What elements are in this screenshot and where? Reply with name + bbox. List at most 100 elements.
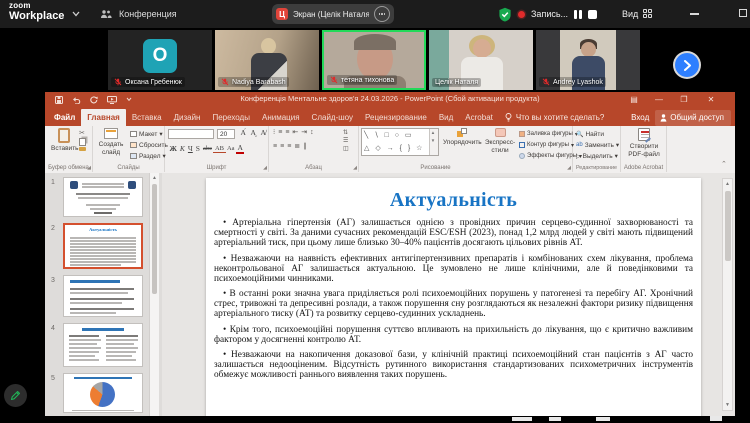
scroll-down-icon[interactable]: ▼ — [723, 400, 732, 410]
copy-icon[interactable] — [79, 138, 86, 146]
current-slide[interactable]: Актуальність Артеріальна гіпертензія (АГ… — [206, 178, 701, 416]
tab-meeting[interactable]: Конференция — [100, 4, 177, 24]
tab-insert[interactable]: Вставка — [126, 109, 168, 126]
new-slide-button[interactable]: Создать слайд — [94, 128, 128, 156]
view-control[interactable]: Вид — [622, 0, 653, 28]
indent-decrease-icon[interactable]: ⇤ — [292, 129, 301, 136]
clear-formatting-icon[interactable]: A̸ — [259, 128, 267, 137]
shape-effects-icon — [519, 153, 525, 159]
strikethrough-button[interactable]: abc — [201, 145, 213, 152]
indent-increase-icon[interactable]: ⇥ — [301, 129, 310, 136]
increase-font-icon[interactable]: А́ — [239, 128, 247, 137]
change-case-button[interactable]: Аа — [226, 145, 237, 152]
video-tile-tselik[interactable]: Целік Наталя — [429, 30, 533, 90]
slide-thumbnail-2-selected[interactable]: Актуальність — [63, 223, 143, 269]
slide-thumbnail-4[interactable] — [63, 323, 143, 367]
tab-animations[interactable]: Анимация — [256, 109, 306, 126]
window-maximize-button[interactable] — [739, 9, 747, 17]
slide-thumbnail-1[interactable] — [63, 177, 143, 217]
create-pdf-button[interactable]: Створити PDF-файл — [623, 128, 665, 158]
bold-button[interactable]: Ж — [168, 144, 178, 153]
cut-icon[interactable]: ✂ — [79, 129, 86, 137]
slide-thumbnail-3[interactable] — [63, 275, 143, 317]
find-button[interactable]: 🔍Найти — [576, 129, 619, 139]
character-spacing-button[interactable]: АВ — [213, 145, 225, 153]
font-dialog-launcher-icon[interactable]: ◢ — [263, 165, 267, 171]
layout-button[interactable]: Макет ▾ — [130, 129, 168, 139]
arrange-button[interactable]: Упорядочить — [443, 128, 481, 147]
shapes-gallery[interactable]: ╲ ∖ □ ○ ▭ △ ◇ → { } ☆ ▲▼ — [361, 128, 439, 156]
ppt-close-button[interactable]: ✕ — [705, 95, 717, 104]
tell-me-box[interactable]: Что вы хотите сделать? — [499, 109, 610, 126]
slide-bullet[interactable]: Артеріальна гіпертензія (АГ) залишається… — [214, 218, 693, 248]
slide-bullet[interactable]: Незважаючи на наявність ефективних антиг… — [214, 254, 693, 284]
video-tile-nadiya[interactable]: Nadiya Barabash — [215, 30, 319, 90]
select-button[interactable]: ▷Выделить ▾ — [576, 151, 619, 161]
italic-button[interactable]: К — [178, 144, 186, 153]
font-size-combobox[interactable]: 20 — [217, 129, 235, 139]
tab-file[interactable]: Файл — [45, 109, 81, 126]
tab-slideshow[interactable]: Слайд-шоу — [306, 109, 359, 126]
text-direction-icon[interactable]: ⇅ — [343, 129, 349, 136]
shapes-gallery-scroll[interactable]: ▲▼ — [429, 129, 438, 155]
next-participants-button[interactable] — [675, 53, 699, 77]
tab-shared-screen[interactable]: Ц Экран (Целік Наталя) — [272, 4, 394, 24]
drawing-dialog-launcher-icon[interactable]: ◢ — [567, 165, 571, 171]
convert-smartart-icon[interactable]: ◫ — [343, 145, 349, 152]
quick-styles-button[interactable]: Экспресс-стили — [483, 128, 517, 154]
font-name-combobox[interactable] — [168, 129, 214, 139]
video-tile-oksana[interactable]: О Оксана Гребенюк — [108, 30, 212, 90]
people-icon — [100, 9, 112, 19]
tab-view[interactable]: Вид — [433, 109, 459, 126]
replace-button[interactable]: abЗаменить ▾ — [576, 140, 619, 150]
scroll-up-icon[interactable]: ▲ — [723, 179, 732, 189]
justify-icon[interactable]: ≣ — [294, 143, 303, 150]
sign-in-button[interactable]: Вход — [625, 109, 655, 126]
slide-bullet[interactable]: Крім того, психоемоційні порушення суттє… — [214, 325, 693, 345]
group-editing: 🔍Найти abЗаменить ▾ ▷Выделить ▾ Редактир… — [573, 126, 621, 172]
slide-vertical-scrollbar[interactable]: ▲ ▼ — [722, 178, 733, 411]
tab-transitions[interactable]: Переходы — [206, 109, 256, 126]
stop-recording-button[interactable] — [588, 10, 597, 19]
thumbnail-panel-scrollbar[interactable]: ▲ — [149, 173, 159, 416]
align-text-icon[interactable]: ☰ — [343, 137, 349, 144]
ppt-restore-button[interactable]: ❐ — [678, 95, 690, 104]
reset-button[interactable]: Сбросить — [130, 140, 168, 150]
security-shield-icon[interactable] — [498, 7, 512, 22]
slide-thumbnail-5[interactable] — [63, 373, 143, 413]
font-color-button[interactable]: А — [236, 143, 244, 154]
screen-tab-more-icon[interactable] — [374, 6, 390, 22]
tab-design[interactable]: Дизайн — [168, 109, 207, 126]
annotate-button[interactable] — [4, 384, 27, 407]
section-button[interactable]: Раздел ▾ — [130, 151, 168, 161]
slide-title[interactable]: Актуальність — [216, 189, 691, 212]
tab-acrobat[interactable]: Acrobat — [459, 109, 499, 126]
share-button[interactable]: Общий доступ — [655, 110, 731, 126]
columns-icon[interactable]: ∥ — [303, 143, 310, 150]
scrollbar-thumb[interactable] — [152, 184, 157, 294]
ppt-minimize-button[interactable]: — — [653, 95, 665, 104]
shadow-button[interactable]: S — [194, 144, 201, 153]
tab-home[interactable]: Главная — [81, 109, 126, 126]
line-spacing-icon[interactable]: ↕ — [310, 129, 317, 136]
workspace-chevron-down-icon[interactable] — [72, 11, 80, 17]
paste-button[interactable]: Вставить — [51, 128, 77, 153]
slide-bullet[interactable]: Незважаючи на накопичення доказової бази… — [214, 350, 693, 380]
slide-body-text[interactable]: Артеріальна гіпертензія (АГ) залишається… — [214, 218, 693, 380]
video-tile-tetyana-active-speaker[interactable]: тетяна тихонова — [322, 30, 426, 90]
pause-recording-button[interactable] — [574, 10, 582, 19]
collapse-ribbon-button[interactable]: ⌃ — [721, 160, 727, 168]
bullets-icon[interactable]: ⁝≡ — [273, 129, 285, 136]
video-tile-andrey[interactable]: Andrey Lyashok — [536, 30, 640, 90]
format-painter-icon[interactable] — [79, 147, 86, 151]
tab-review[interactable]: Рецензирование — [359, 109, 433, 126]
slide-bullet[interactable]: В останні роки значна увага приділяється… — [214, 289, 693, 319]
ribbon-display-options-button[interactable]: ▤ — [628, 95, 640, 104]
scrollbar-thumb[interactable] — [725, 191, 731, 261]
paragraph-dialog-launcher-icon[interactable]: ◢ — [353, 165, 357, 171]
scroll-up-icon[interactable]: ▲ — [150, 173, 159, 183]
decrease-font-icon[interactable]: А̬ — [249, 128, 257, 137]
window-minimize-button[interactable] — [690, 13, 699, 15]
underline-button[interactable]: Ч — [186, 144, 194, 153]
clipboard-dialog-launcher-icon[interactable]: ◢ — [87, 165, 91, 171]
